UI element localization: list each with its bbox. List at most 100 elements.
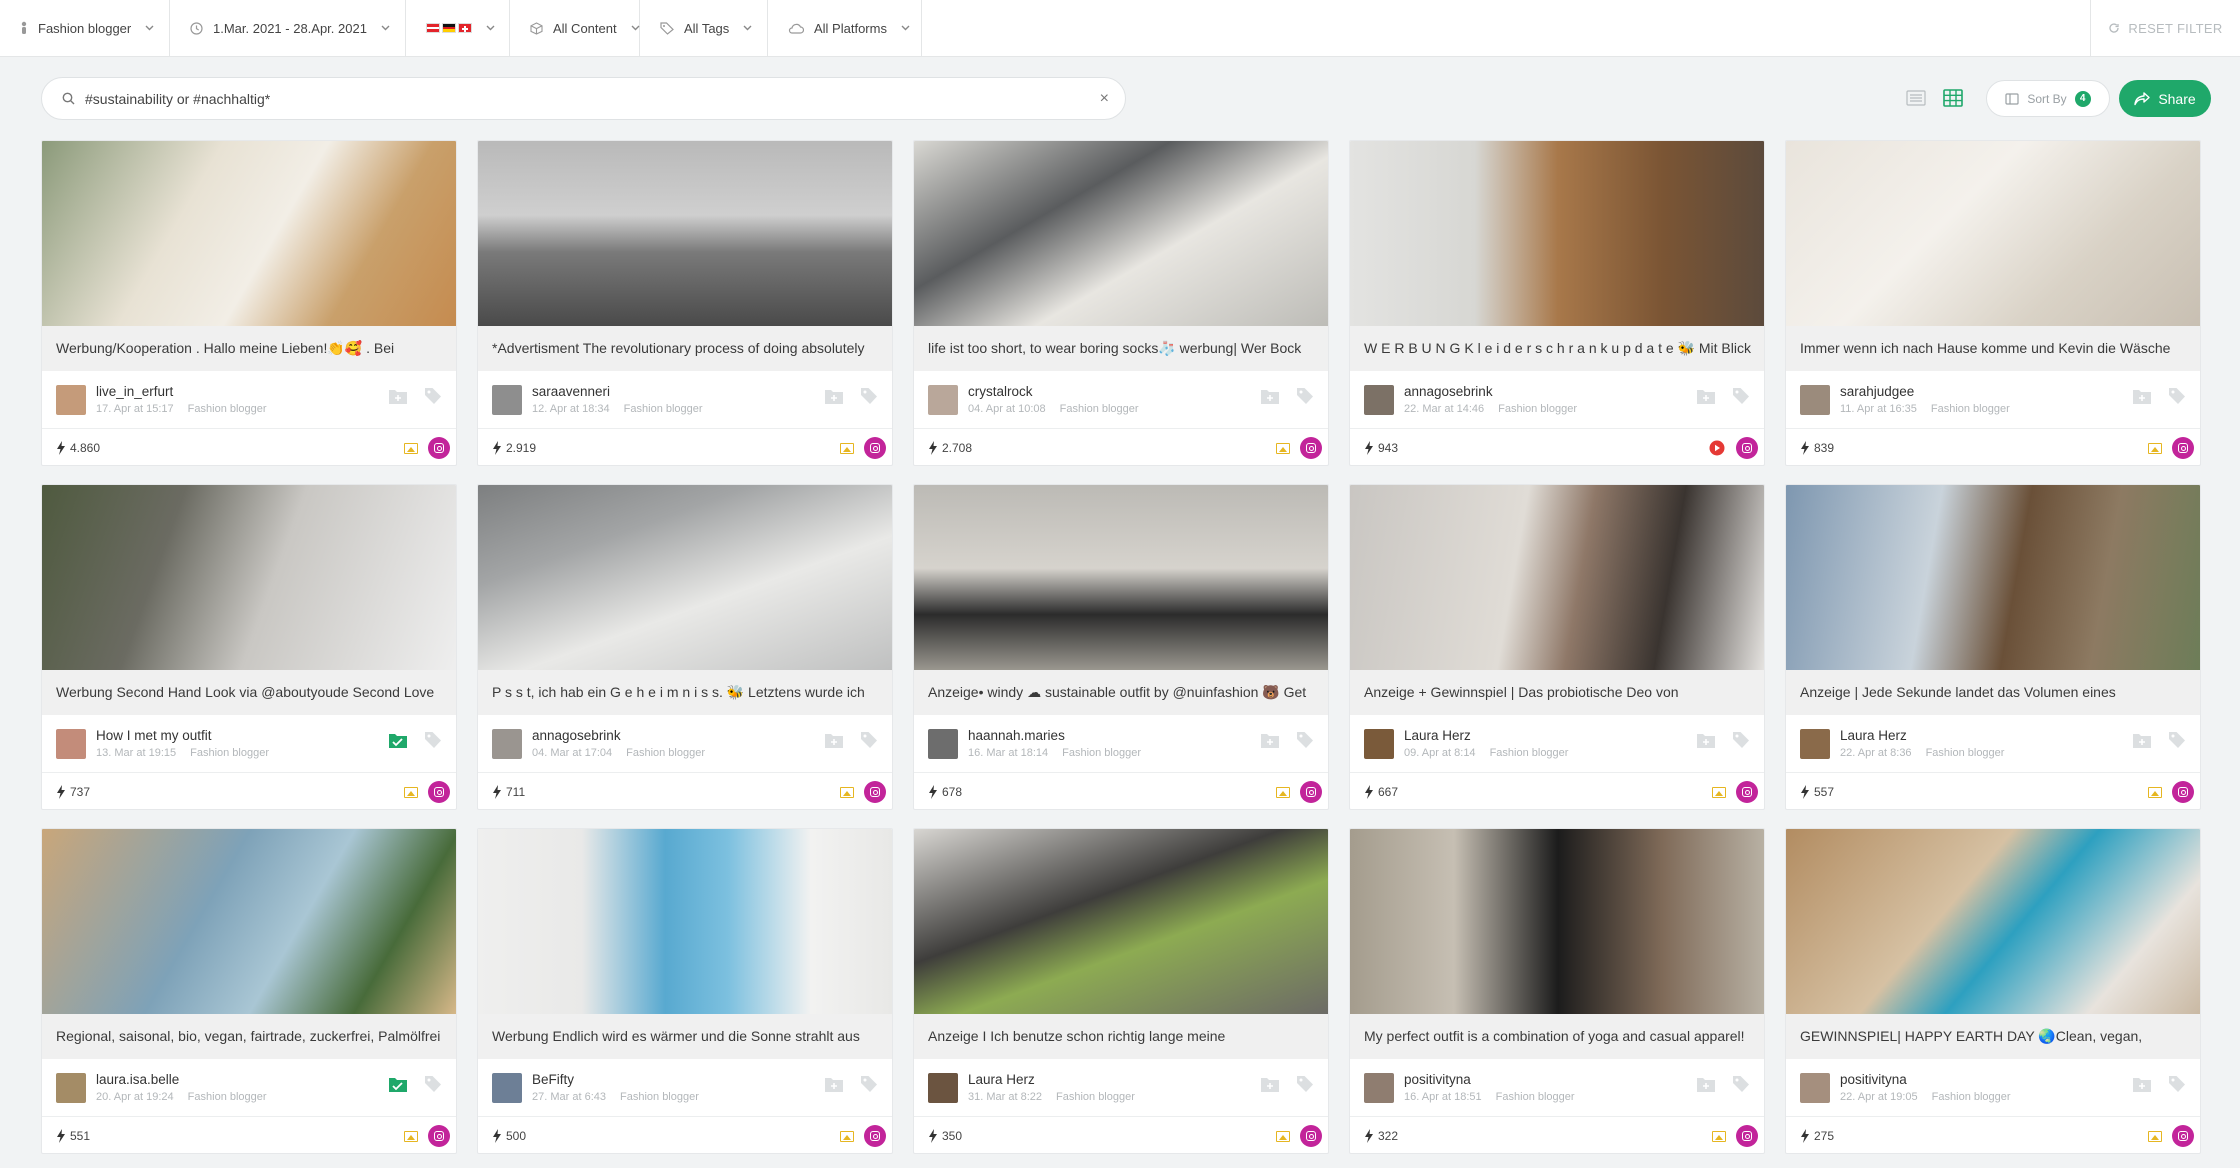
- avatar[interactable]: [492, 385, 522, 415]
- add-tag-button[interactable]: [860, 731, 878, 754]
- add-to-folder-button[interactable]: [388, 731, 408, 754]
- add-tag-button[interactable]: [1296, 731, 1314, 754]
- avatar[interactable]: [1800, 1073, 1830, 1103]
- add-to-folder-button[interactable]: [388, 1075, 408, 1098]
- author-name[interactable]: positivityna: [1840, 1072, 1907, 1087]
- add-to-folder-button[interactable]: [1260, 731, 1280, 754]
- avatar[interactable]: [928, 385, 958, 415]
- avatar[interactable]: [1364, 385, 1394, 415]
- sort-by-button[interactable]: Sort By 4: [1986, 80, 2110, 117]
- avatar[interactable]: [1800, 729, 1830, 759]
- post-thumbnail[interactable]: [914, 829, 1328, 1014]
- grid-view-button[interactable]: [1940, 86, 1966, 110]
- post-thumbnail[interactable]: [1350, 141, 1764, 326]
- post-card[interactable]: Anzeige + Gewinnspiel | Das probiotische…: [1349, 484, 1765, 810]
- author-name[interactable]: Laura Herz: [1404, 728, 1471, 743]
- post-card[interactable]: Werbung Endlich wird es wärmer und die S…: [477, 828, 893, 1154]
- share-button[interactable]: Share: [2119, 80, 2211, 117]
- post-card[interactable]: *Advertisment The revolutionary process …: [477, 140, 893, 466]
- post-thumbnail[interactable]: [42, 829, 456, 1014]
- avatar[interactable]: [56, 729, 86, 759]
- author-name[interactable]: positivityna: [1404, 1072, 1471, 1087]
- add-to-folder-button[interactable]: [1696, 387, 1716, 410]
- post-card[interactable]: Immer wenn ich nach Hause komme und Kevi…: [1785, 140, 2201, 466]
- post-thumbnail[interactable]: [914, 485, 1328, 670]
- post-thumbnail[interactable]: [1786, 829, 2200, 1014]
- post-card[interactable]: P s s t, ich hab ein G e h e i m n i s s…: [477, 484, 893, 810]
- avatar[interactable]: [928, 1073, 958, 1103]
- add-to-folder-button[interactable]: [1260, 1075, 1280, 1098]
- add-to-folder-button[interactable]: [1696, 1075, 1716, 1098]
- instagram-icon[interactable]: [864, 1125, 886, 1147]
- instagram-icon[interactable]: [1736, 437, 1758, 459]
- add-tag-button[interactable]: [1732, 387, 1750, 410]
- add-tag-button[interactable]: [1732, 1075, 1750, 1098]
- add-to-folder-button[interactable]: [1696, 731, 1716, 754]
- instagram-icon[interactable]: [864, 437, 886, 459]
- avatar[interactable]: [56, 385, 86, 415]
- search-input[interactable]: [85, 90, 1100, 107]
- post-card[interactable]: Anzeige | Jede Sekunde landet das Volume…: [1785, 484, 2201, 810]
- post-thumbnail[interactable]: [914, 141, 1328, 326]
- author-name[interactable]: annagosebrink: [532, 728, 621, 743]
- platforms-filter[interactable]: All Platforms: [768, 0, 922, 56]
- avatar[interactable]: [1364, 1073, 1394, 1103]
- content-filter[interactable]: All Content: [510, 0, 640, 56]
- reset-filter-button[interactable]: RESET FILTER: [2090, 0, 2240, 57]
- post-card[interactable]: Werbung/Kooperation . Hallo meine Lieben…: [41, 140, 457, 466]
- add-to-folder-button[interactable]: [824, 731, 844, 754]
- add-to-folder-button[interactable]: [1260, 387, 1280, 410]
- author-name[interactable]: live_in_erfurt: [96, 384, 173, 399]
- add-to-folder-button[interactable]: [2132, 1075, 2152, 1098]
- add-tag-button[interactable]: [2168, 731, 2186, 754]
- post-thumbnail[interactable]: [1786, 141, 2200, 326]
- post-thumbnail[interactable]: [478, 829, 892, 1014]
- post-thumbnail[interactable]: [1350, 485, 1764, 670]
- instagram-icon[interactable]: [428, 781, 450, 803]
- avatar[interactable]: [492, 729, 522, 759]
- post-thumbnail[interactable]: [42, 141, 456, 326]
- add-tag-button[interactable]: [860, 387, 878, 410]
- post-thumbnail[interactable]: [478, 141, 892, 326]
- avatar[interactable]: [56, 1073, 86, 1103]
- date-range-filter[interactable]: 1.Mar. 2021 - 28.Apr. 2021: [170, 0, 406, 56]
- avatar[interactable]: [1800, 385, 1830, 415]
- add-to-folder-button[interactable]: [824, 1075, 844, 1098]
- post-thumbnail[interactable]: [478, 485, 892, 670]
- instagram-icon[interactable]: [2172, 1125, 2194, 1147]
- author-name[interactable]: laura.isa.belle: [96, 1072, 179, 1087]
- post-thumbnail[interactable]: [1786, 485, 2200, 670]
- country-filter[interactable]: [406, 0, 510, 56]
- post-card[interactable]: Regional, saisonal, bio, vegan, fairtrad…: [41, 828, 457, 1154]
- instagram-icon[interactable]: [1736, 781, 1758, 803]
- avatar[interactable]: [928, 729, 958, 759]
- add-to-folder-button[interactable]: [2132, 731, 2152, 754]
- instagram-icon[interactable]: [2172, 437, 2194, 459]
- instagram-icon[interactable]: [1300, 437, 1322, 459]
- author-name[interactable]: Laura Herz: [1840, 728, 1907, 743]
- add-tag-button[interactable]: [424, 1075, 442, 1098]
- youtube-icon[interactable]: [1708, 439, 1726, 457]
- add-to-folder-button[interactable]: [388, 387, 408, 410]
- post-card[interactable]: GEWINNSPIEL| HAPPY EARTH DAY 🌏Clean, veg…: [1785, 828, 2201, 1154]
- tags-filter[interactable]: All Tags: [640, 0, 768, 56]
- author-name[interactable]: BeFifty: [532, 1072, 574, 1087]
- post-thumbnail[interactable]: [42, 485, 456, 670]
- instagram-icon[interactable]: [428, 1125, 450, 1147]
- instagram-icon[interactable]: [428, 437, 450, 459]
- group-filter[interactable]: Fashion blogger: [0, 0, 170, 56]
- author-name[interactable]: haannah.maries: [968, 728, 1065, 743]
- clear-search-button[interactable]: ×: [1100, 90, 1109, 108]
- add-to-folder-button[interactable]: [2132, 387, 2152, 410]
- author-name[interactable]: sarahjudgee: [1840, 384, 1914, 399]
- list-view-button[interactable]: [1903, 86, 1929, 110]
- post-card[interactable]: My perfect outfit is a combination of yo…: [1349, 828, 1765, 1154]
- author-name[interactable]: annagosebrink: [1404, 384, 1493, 399]
- author-name[interactable]: Laura Herz: [968, 1072, 1035, 1087]
- instagram-icon[interactable]: [2172, 781, 2194, 803]
- add-tag-button[interactable]: [2168, 387, 2186, 410]
- avatar[interactable]: [492, 1073, 522, 1103]
- add-tag-button[interactable]: [860, 1075, 878, 1098]
- post-card[interactable]: W E R B U N G K l e i d e r s c h r a n …: [1349, 140, 1765, 466]
- post-card[interactable]: Werbung Second Hand Look via @aboutyoude…: [41, 484, 457, 810]
